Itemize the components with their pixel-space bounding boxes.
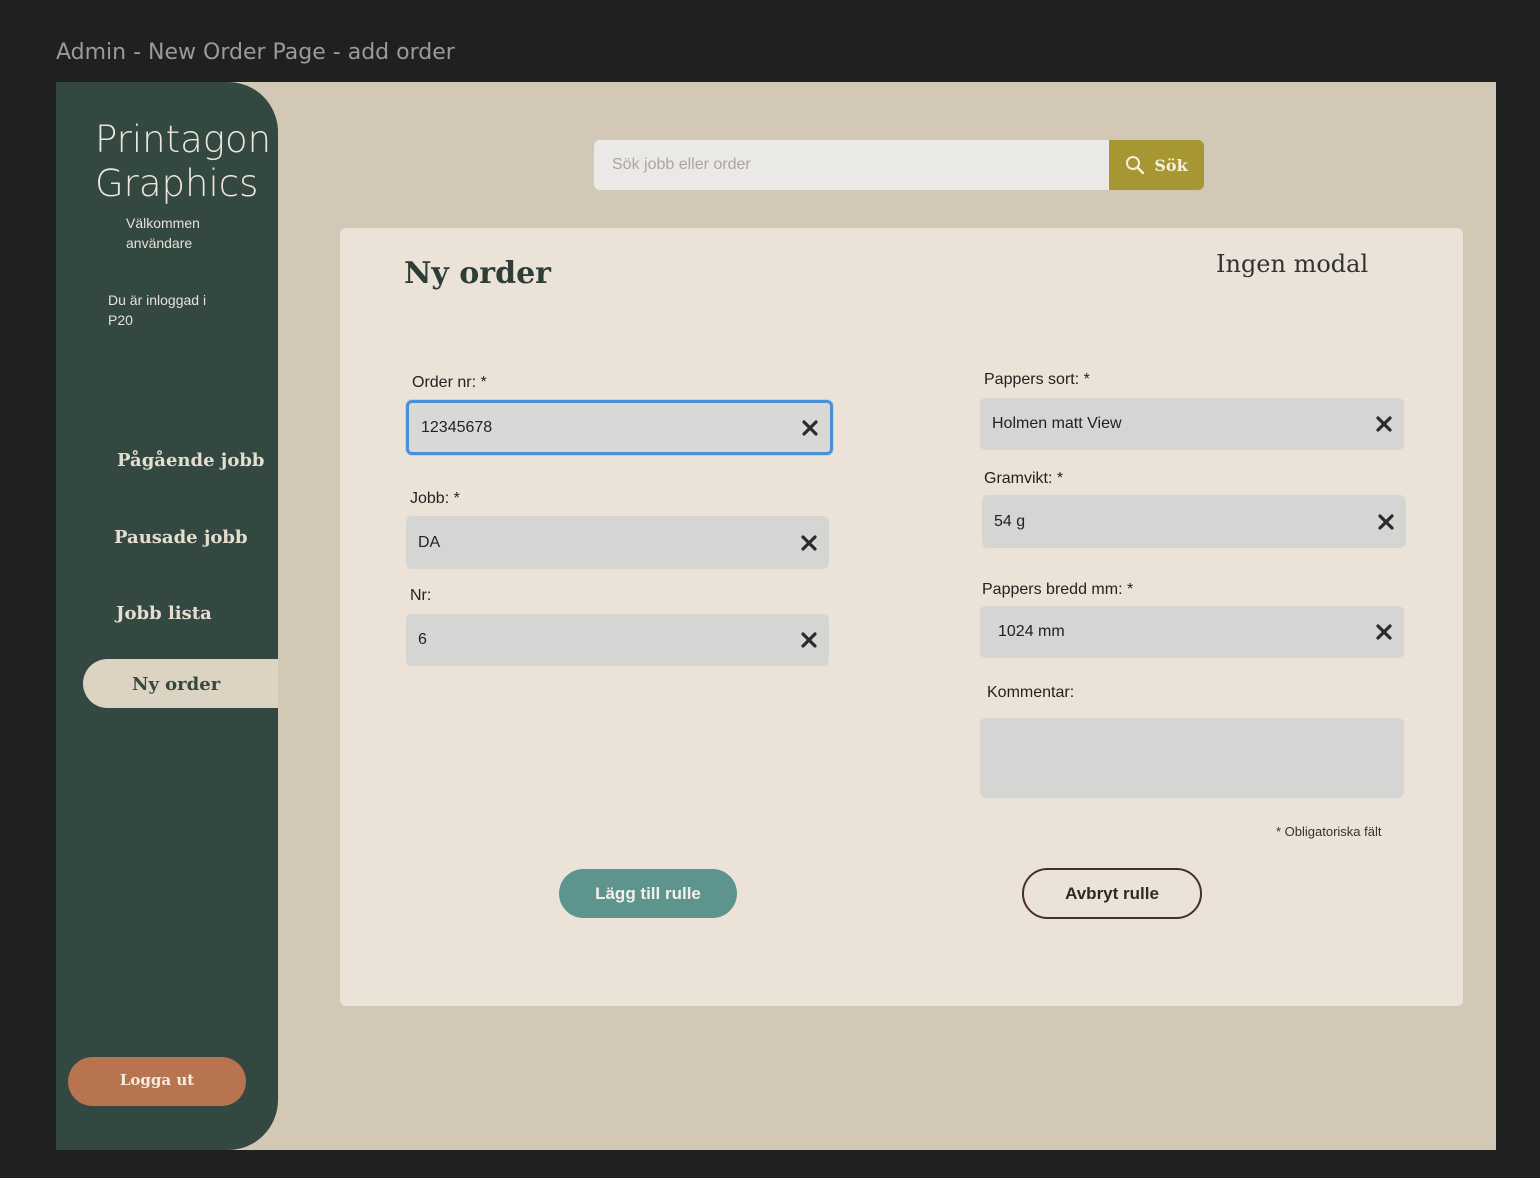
sidebar-item-jobb-lista[interactable]: Jobb lista	[116, 603, 212, 624]
app-canvas: Printagon Graphics Välkommen användare D…	[56, 82, 1496, 1150]
gramvikt-input[interactable]	[982, 495, 1406, 548]
search-input[interactable]	[594, 140, 1110, 190]
pappers-bredd-label: Pappers bredd mm: *	[982, 581, 1134, 598]
brand-logo: Printagon Graphics	[95, 118, 272, 205]
nr-label: Nr:	[410, 587, 432, 604]
order-nr-input[interactable]	[409, 403, 830, 452]
pappers-sort-input[interactable]	[980, 398, 1404, 450]
sidebar-item-pagaende-jobb[interactable]: Pågående jobb	[117, 450, 265, 471]
search-bar: Sök	[594, 140, 1204, 190]
sidebar: Printagon Graphics Välkommen användare D…	[56, 82, 278, 1150]
clear-icon[interactable]	[799, 533, 819, 553]
order-nr-label: Order nr: *	[412, 374, 487, 391]
new-order-card: Ny order Ingen modal Order nr: * Jobb: *…	[340, 228, 1463, 1006]
sidebar-item-ny-order[interactable]: Ny order	[83, 659, 278, 708]
clear-icon[interactable]	[1376, 512, 1396, 532]
clear-icon[interactable]	[799, 630, 819, 650]
jobb-input[interactable]	[406, 516, 829, 569]
search-button[interactable]: Sök	[1109, 140, 1204, 190]
logout-button[interactable]: Logga ut	[68, 1057, 246, 1106]
logged-in-text: Du är inloggad i P20	[108, 292, 207, 328]
pappers-bredd-field	[980, 606, 1404, 658]
jobb-field	[406, 516, 829, 569]
page-title: Ny order	[404, 256, 551, 291]
kommentar-label: Kommentar:	[987, 684, 1075, 701]
welcome-text: Välkommen användare	[126, 215, 200, 251]
gramvikt-label: Gramvikt: *	[984, 470, 1064, 487]
nr-field	[406, 614, 829, 666]
pappers-sort-field	[980, 398, 1404, 450]
gramvikt-field	[982, 495, 1406, 548]
sidebar-item-pausade-jobb[interactable]: Pausade jobb	[114, 527, 248, 548]
clear-icon[interactable]	[800, 418, 820, 438]
pappers-bredd-input[interactable]	[980, 606, 1404, 658]
search-button-label: Sök	[1154, 155, 1188, 175]
order-nr-field	[406, 400, 833, 455]
jobb-label: Jobb: *	[410, 490, 460, 507]
clear-icon[interactable]	[1374, 414, 1394, 434]
frame-title: Admin - New Order Page - add order	[56, 40, 455, 65]
required-fields-note: * Obligatoriska fält	[1276, 824, 1382, 839]
pappers-sort-label: Pappers sort: *	[984, 371, 1090, 388]
clear-icon[interactable]	[1374, 622, 1394, 642]
add-roll-button[interactable]: Lägg till rulle	[559, 869, 737, 918]
search-icon	[1126, 156, 1145, 175]
kommentar-textarea[interactable]	[980, 718, 1404, 798]
modal-label: Ingen modal	[1216, 250, 1369, 278]
cancel-roll-button[interactable]: Avbryt rulle	[1022, 868, 1202, 919]
nr-input[interactable]	[406, 614, 829, 666]
